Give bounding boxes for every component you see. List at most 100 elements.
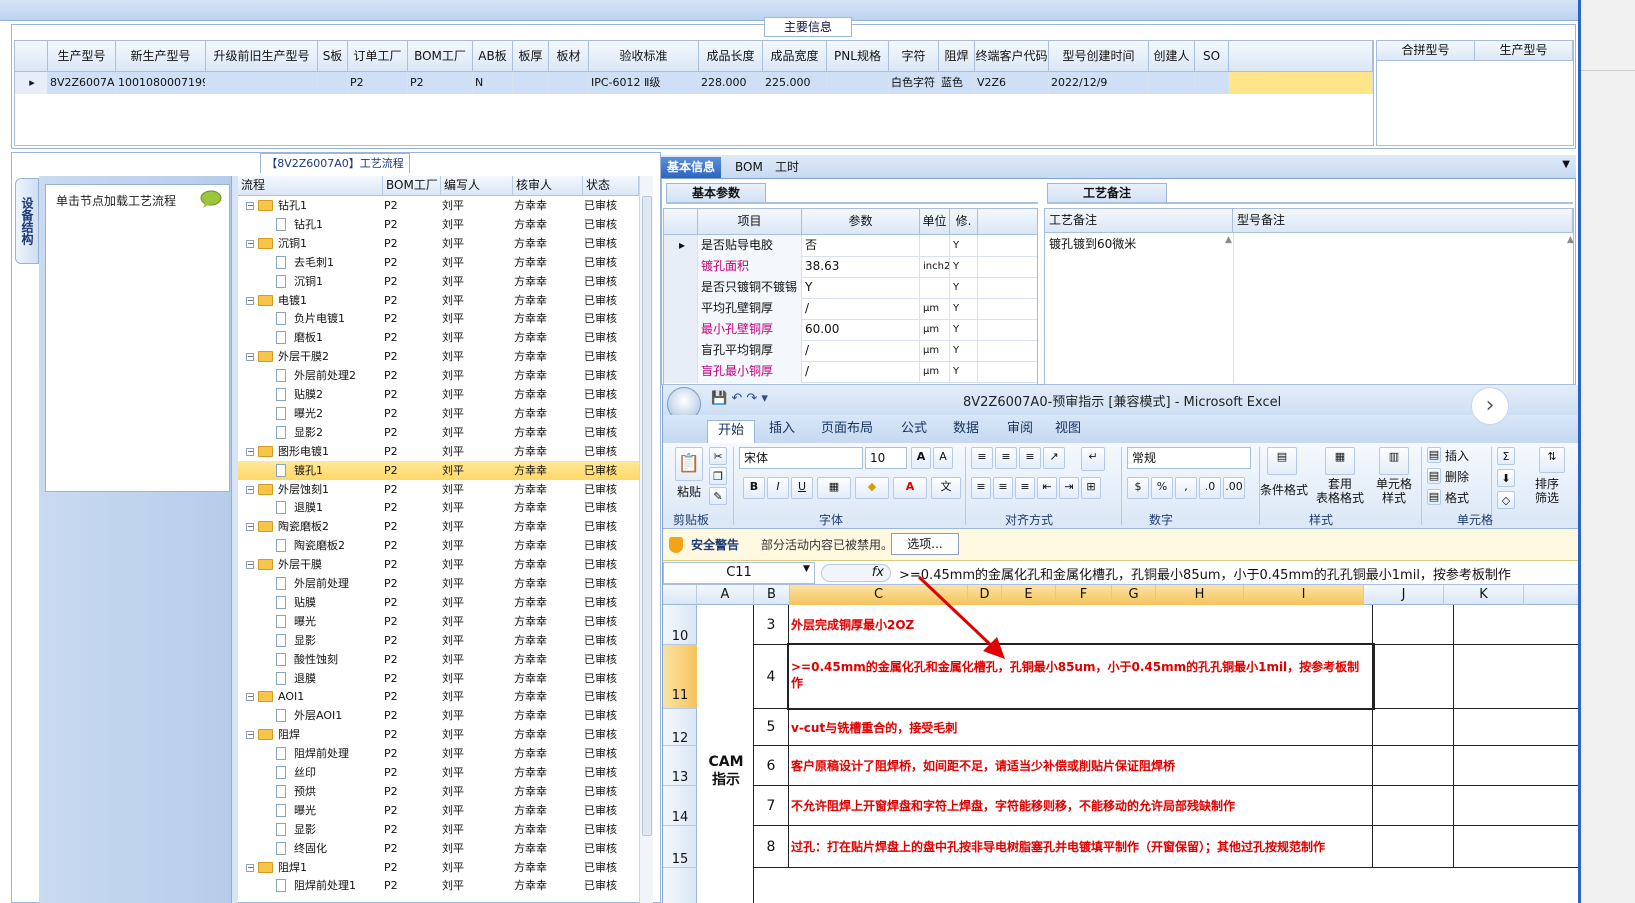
number-format-icon[interactable]: .0 [1199,477,1221,499]
tree-row[interactable]: 显影 P2 刘平 方幸幸 已审核 [238,820,639,839]
column-header-4[interactable]: 订单工厂 [348,41,408,72]
excel-row[interactable]: 7 不允许阻焊上开窗焊盘和字符上焊盘，字符能移则移，不能移动的允许局部残缺制作 [753,786,1578,826]
quick-access-toolbar-icon[interactable]: 💾 ↶ ↷ ▾ [711,391,768,406]
tree-row[interactable]: 磨板1 P2 刘平 方幸幸 已审核 [238,328,639,347]
collapse-icon[interactable]: − [246,202,254,210]
main-cell-14[interactable]: 蓝色 [939,72,975,94]
table-format-label[interactable]: 套用 表格格式 [1311,477,1369,505]
column-header-A[interactable]: A [697,585,754,605]
collapse-icon[interactable]: − [246,863,254,872]
tree-row-selected[interactable]: 镀孔1 P2 刘平 方幸幸 已审核 [238,460,639,480]
tree-row[interactable]: 退膜 P2 刘平 方幸幸 已审核 [238,669,639,688]
process-tree-scrollbar[interactable] [639,176,653,903]
main-cell-6[interactable]: N [473,72,513,94]
param-row[interactable]: 盲孔最小铜厚 / μm Y [664,361,1037,383]
align-icon[interactable]: ⇥ [1059,477,1079,499]
excel-row[interactable]: 6 客户原稿设计了阻焊桥，如间距不足，请适当少补偿或削贴片保证阻焊桥 [753,746,1578,786]
scroll-up-icon[interactable]: ▲ [1225,235,1232,245]
main-cell-4[interactable]: P2 [348,72,408,94]
align-icon[interactable]: ↗ [1043,447,1065,469]
column-header-G[interactable]: G [1112,585,1156,605]
merge-header-0[interactable]: 合拼型号 [1377,41,1475,61]
number-format-icon[interactable]: % [1151,477,1173,499]
collapse-icon[interactable]: − [246,296,254,305]
column-header-18[interactable]: SO [1195,41,1229,72]
grow-font-icon[interactable]: A [911,447,931,469]
scroll-up-icon[interactable]: ▲ [1567,235,1574,245]
tree-row[interactable]: 显影2 P2 刘平 方幸幸 已审核 [238,423,639,442]
ribbon-tab-1[interactable]: 插入 [769,419,795,439]
param-row[interactable]: ▸ 是否贴导电胶否 Y [664,235,1037,257]
align-icon[interactable]: ≡ [971,447,993,469]
excel-row[interactable]: 3 外层完成铜厚最小2OZ [753,605,1578,645]
column-header-16[interactable]: 型号创建时间 [1049,41,1149,72]
number-format-icon[interactable]: $ [1127,477,1149,499]
format-label[interactable]: 格式 [1445,489,1469,506]
tree-row[interactable]: 陶瓷磨板2 P2 刘平 方幸幸 已审核 [238,536,639,555]
column-header-I[interactable]: I [1244,585,1364,605]
underline-icon[interactable]: U [791,477,813,499]
param-value[interactable]: 否 [802,235,920,257]
tree-row[interactable]: 外层前处理 P2 刘平 方幸幸 已审核 [238,574,639,593]
align-icon[interactable]: ≡ [971,477,991,499]
param-row[interactable]: 最小孔壁铜厚 60.00 μm Y [664,319,1037,341]
tree-row[interactable]: 贴膜 P2 刘平 方幸幸 已审核 [238,593,639,612]
clear-icon[interactable]: ◇ [1497,491,1515,509]
tree-row[interactable]: 去毛刺1 P2 刘平 方幸幸 已审核 [238,253,639,272]
cut-icon[interactable]: ✂ [709,447,727,465]
tree-row[interactable]: − 阻焊1 P2 刘平 方幸幸 已审核 [238,858,639,877]
tree-row[interactable]: − 阻焊 P2 刘平 方幸幸 已审核 [238,725,639,744]
param-value[interactable]: Y [802,277,920,299]
tree-row[interactable]: 终固化 P2 刘平 方幸幸 已审核 [238,839,639,858]
number-format-icon[interactable]: , [1175,477,1197,499]
tab-basic-2[interactable]: 工时 [769,157,805,178]
excel-row-text[interactable]: 外层完成铜厚最小2OZ [789,605,1373,644]
cell-style-icon[interactable]: ▥ [1379,447,1409,475]
excel-row[interactable]: 5 v-cut与铣槽重合的，接受毛刺 [753,709,1578,746]
row-header-14[interactable]: 14 [663,786,697,826]
delete-label[interactable]: 删除 [1445,468,1469,485]
ribbon-tab-2[interactable]: 页面布局 [821,419,873,439]
main-cell-11[interactable]: 225.000 [763,72,827,94]
column-header-0[interactable]: 生产型号 [48,41,116,72]
row-header-10[interactable]: 10 [663,605,697,645]
font-name-select[interactable]: 宋体 [739,447,863,469]
excel-row[interactable]: 4 >=0.45mm的金属化孔和金属化槽孔，孔铜最小85um，小于0.45mm的孔… [753,643,1578,710]
main-cell-12[interactable] [827,72,889,94]
tree-row[interactable]: 酸性蚀刻 P2 刘平 方幸幸 已审核 [238,650,639,669]
column-header-17[interactable]: 创建人 [1149,41,1195,72]
tree-header-2[interactable]: 编写人 [441,176,513,196]
column-header-F[interactable]: F [1056,585,1112,605]
align-icon[interactable]: ≡ [995,447,1017,469]
number-format-select[interactable]: 常规 [1127,447,1251,469]
ribbon-tab-5[interactable]: 审阅 [1007,419,1033,439]
ribbon-tab-4[interactable]: 数据 [953,419,979,439]
tree-row[interactable]: − 陶瓷磨板2 P2 刘平 方幸幸 已审核 [238,517,639,536]
tree-row[interactable]: − 外层干膜2 P2 刘平 方幸幸 已审核 [238,347,639,366]
process-note-text[interactable]: 镀孔镀到60微米 [1049,235,1136,252]
paste-icon[interactable]: 📋 [675,447,703,481]
paste-label[interactable]: 粘贴 [677,483,701,500]
phonetic-icon[interactable]: 文 [931,477,961,499]
tree-row[interactable]: − AOI1 P2 刘平 方幸幸 已审核 [238,687,639,706]
excel-row-text[interactable]: 过孔：打在贴片焊盘上的盘中孔按非导电树脂塞孔并电镀填平制作（开窗保留）；其他过孔… [789,826,1373,867]
main-cell-8[interactable] [549,72,589,94]
collapse-icon[interactable]: − [246,485,254,494]
sort-filter-icon[interactable]: ⇅ [1539,447,1565,473]
collapse-icon[interactable]: − [246,523,254,532]
align-icon[interactable]: ≡ [993,477,1013,499]
copy-icon[interactable]: ❐ [709,467,727,485]
column-header-J[interactable]: J [1364,585,1444,605]
main-cell-15[interactable]: V2Z6 [975,72,1049,94]
collapse-icon[interactable]: − [246,447,254,456]
tree-row[interactable]: − 图形电镀1 P2 刘平 方幸幸 已审核 [238,442,639,461]
conditional-format-icon[interactable]: ▤ [1267,447,1297,475]
format-painter-icon[interactable]: ✎ [709,487,727,505]
tree-row[interactable]: 阻焊前处理 P2 刘平 方幸幸 已审核 [238,744,639,763]
main-cell-13[interactable]: 白色字符 [889,72,939,94]
column-header-13[interactable]: 字符 [889,41,939,72]
param-header-0[interactable]: 项目 [698,209,802,235]
column-header-9[interactable]: 验收标准 [589,41,699,72]
main-cell-9[interactable]: IPC-6012 Ⅱ级 [589,72,699,94]
excel-row-text[interactable]: 不允许阻焊上开窗焊盘和字符上焊盘，字符能移则移，不能移动的允许局部残缺制作 [789,786,1373,825]
